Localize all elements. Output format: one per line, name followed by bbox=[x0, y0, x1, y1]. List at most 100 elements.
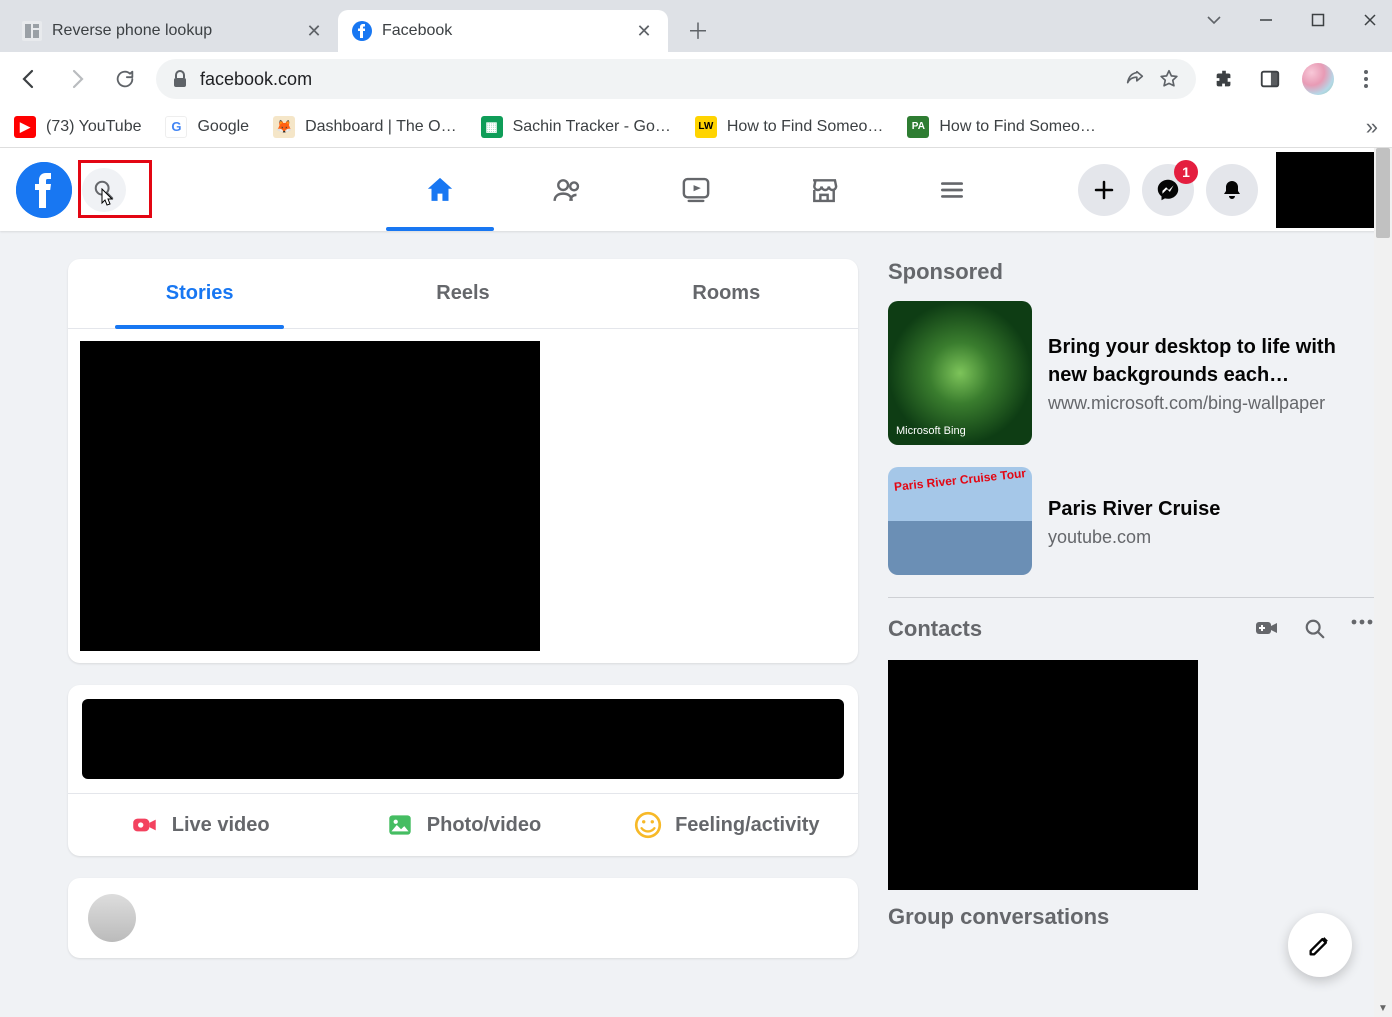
composer-photo-video[interactable]: Photo/video bbox=[331, 794, 594, 856]
bookmarks-bar: ▶(73) YouTube G Google 🦊Dashboard | The O… bbox=[0, 106, 1392, 148]
ad-text: Paris River Cruise youtube.com bbox=[1048, 467, 1220, 575]
smiley-icon bbox=[633, 810, 663, 840]
ad-domain: youtube.com bbox=[1048, 527, 1220, 548]
youtube-icon: ▶ bbox=[14, 116, 36, 138]
composer-actions: Live video Photo/video Feeling/activity bbox=[68, 793, 858, 856]
create-button[interactable] bbox=[1078, 164, 1130, 216]
url-text: facebook.com bbox=[200, 69, 312, 90]
options-icon[interactable] bbox=[1350, 618, 1374, 640]
forward-button[interactable] bbox=[60, 62, 94, 96]
menu-icon[interactable] bbox=[1352, 65, 1380, 93]
sponsored-ad-2[interactable]: Paris River Cruise Tour Paris River Crui… bbox=[888, 467, 1374, 575]
ad-text: Bring your desktop to life with new back… bbox=[1048, 301, 1374, 445]
bookmark-sachin-tracker[interactable]: ▦Sachin Tracker - Go… bbox=[481, 116, 671, 138]
scrollbar-track[interactable] bbox=[1374, 148, 1392, 1017]
tab-label: Stories bbox=[166, 282, 234, 305]
tab-bar: Reverse phone lookup ✕ Facebook ✕ ＋ bbox=[0, 0, 1392, 52]
nav-marketplace[interactable] bbox=[764, 148, 884, 231]
search-button[interactable] bbox=[82, 168, 126, 212]
contacts-list-redacted[interactable] bbox=[888, 660, 1198, 890]
composer-feeling-activity[interactable]: Feeling/activity bbox=[595, 794, 858, 856]
fb-header: 1 bbox=[0, 148, 1392, 231]
tab-rooms[interactable]: Rooms bbox=[595, 259, 858, 328]
stories-card: Stories Reels Rooms bbox=[68, 259, 858, 663]
bookmark-label: Google bbox=[197, 118, 249, 136]
stories-content-redacted[interactable] bbox=[80, 341, 540, 651]
bookmarks-overflow-icon[interactable]: » bbox=[1366, 114, 1378, 140]
sidepanel-icon[interactable] bbox=[1256, 65, 1284, 93]
composer-live-video[interactable]: Live video bbox=[68, 794, 331, 856]
site-icon: PA bbox=[907, 116, 929, 138]
window-maximize-icon[interactable] bbox=[1304, 6, 1332, 34]
contacts-heading: Contacts bbox=[888, 616, 1254, 642]
profile-avatar[interactable] bbox=[1302, 63, 1334, 95]
tab-stories[interactable]: Stories bbox=[68, 259, 331, 328]
tab-favicon-icon bbox=[22, 21, 42, 41]
ad-image: Paris River Cruise Tour bbox=[888, 467, 1032, 575]
ad-image-tag: Microsoft Bing bbox=[896, 425, 966, 437]
reload-button[interactable] bbox=[108, 62, 142, 96]
nav-menu[interactable] bbox=[892, 148, 1012, 231]
stories-body bbox=[68, 329, 858, 663]
tab-label: Rooms bbox=[692, 282, 760, 305]
composer-input-redacted[interactable] bbox=[82, 699, 844, 779]
stories-tabs: Stories Reels Rooms bbox=[68, 259, 858, 329]
action-label: Photo/video bbox=[427, 814, 541, 837]
video-camera-icon bbox=[130, 810, 160, 840]
facebook-logo[interactable] bbox=[16, 162, 72, 218]
nav-friends[interactable] bbox=[508, 148, 628, 231]
feed-post-card bbox=[68, 878, 858, 958]
fb-body: Stories Reels Rooms Live video Photo/vid… bbox=[0, 231, 1392, 958]
extensions-icon[interactable] bbox=[1210, 65, 1238, 93]
contacts-actions bbox=[1254, 618, 1374, 640]
composer-top bbox=[68, 685, 858, 793]
bookmark-how-to-find-1[interactable]: LWHow to Find Someo… bbox=[695, 116, 884, 138]
address-bar[interactable]: facebook.com bbox=[156, 59, 1196, 99]
bookmark-google[interactable]: G Google bbox=[165, 116, 249, 138]
ad-image-tag: Paris River Cruise Tour bbox=[888, 467, 1032, 494]
search-icon[interactable] bbox=[1304, 618, 1326, 640]
bookmark-youtube[interactable]: ▶(73) YouTube bbox=[14, 116, 141, 138]
tab-close-icon[interactable]: ✕ bbox=[634, 21, 654, 42]
sponsored-heading: Sponsored bbox=[888, 259, 1374, 285]
action-label: Live video bbox=[172, 814, 270, 837]
google-icon: G bbox=[165, 116, 187, 138]
browser-chrome: Reverse phone lookup ✕ Facebook ✕ ＋ face… bbox=[0, 0, 1392, 148]
messenger-button[interactable]: 1 bbox=[1142, 164, 1194, 216]
plus-icon bbox=[1092, 178, 1116, 202]
new-message-fab[interactable] bbox=[1288, 913, 1352, 977]
notifications-button[interactable] bbox=[1206, 164, 1258, 216]
chevron-down-icon[interactable] bbox=[1200, 6, 1228, 34]
new-room-icon[interactable] bbox=[1254, 618, 1280, 640]
back-button[interactable] bbox=[12, 62, 46, 96]
sponsored-ad-1[interactable]: Microsoft Bing Bring your desktop to lif… bbox=[888, 301, 1374, 445]
ad-title: Paris River Cruise bbox=[1048, 495, 1220, 523]
header-right: 1 bbox=[1078, 152, 1376, 228]
share-icon[interactable] bbox=[1124, 68, 1146, 90]
tab-close-icon[interactable]: ✕ bbox=[304, 21, 324, 42]
tab-facebook[interactable]: Facebook ✕ bbox=[338, 10, 668, 52]
bookmark-how-to-find-2[interactable]: PA How to Find Someo… bbox=[907, 116, 1096, 138]
right-column: Sponsored Microsoft Bing Bring your desk… bbox=[888, 259, 1392, 958]
star-icon[interactable] bbox=[1158, 68, 1180, 90]
window-close-icon[interactable] bbox=[1356, 6, 1384, 34]
nav-watch[interactable] bbox=[636, 148, 756, 231]
feed-column: Stories Reels Rooms Live video Photo/vid… bbox=[68, 259, 858, 958]
window-controls bbox=[1200, 6, 1384, 34]
bookmark-label: Dashboard | The O… bbox=[305, 118, 457, 136]
tab-favicon-icon bbox=[352, 21, 372, 41]
ad-title: Bring your desktop to life with new back… bbox=[1048, 333, 1374, 389]
scroll-down-icon[interactable]: ▼ bbox=[1376, 1001, 1390, 1015]
tab-title: Reverse phone lookup bbox=[52, 22, 294, 40]
nav-home[interactable] bbox=[380, 148, 500, 231]
scrollbar-thumb[interactable] bbox=[1376, 148, 1390, 238]
post-avatar[interactable] bbox=[88, 894, 136, 942]
tab-reverse-phone-lookup[interactable]: Reverse phone lookup ✕ bbox=[8, 10, 338, 52]
tab-reels[interactable]: Reels bbox=[331, 259, 594, 328]
new-tab-button[interactable]: ＋ bbox=[682, 14, 714, 46]
bookmark-dashboard[interactable]: 🦊Dashboard | The O… bbox=[273, 116, 457, 138]
sheets-icon: ▦ bbox=[481, 116, 503, 138]
bookmark-label: How to Find Someo… bbox=[939, 118, 1096, 136]
profile-area-redacted[interactable] bbox=[1276, 152, 1376, 228]
window-minimize-icon[interactable] bbox=[1252, 6, 1280, 34]
